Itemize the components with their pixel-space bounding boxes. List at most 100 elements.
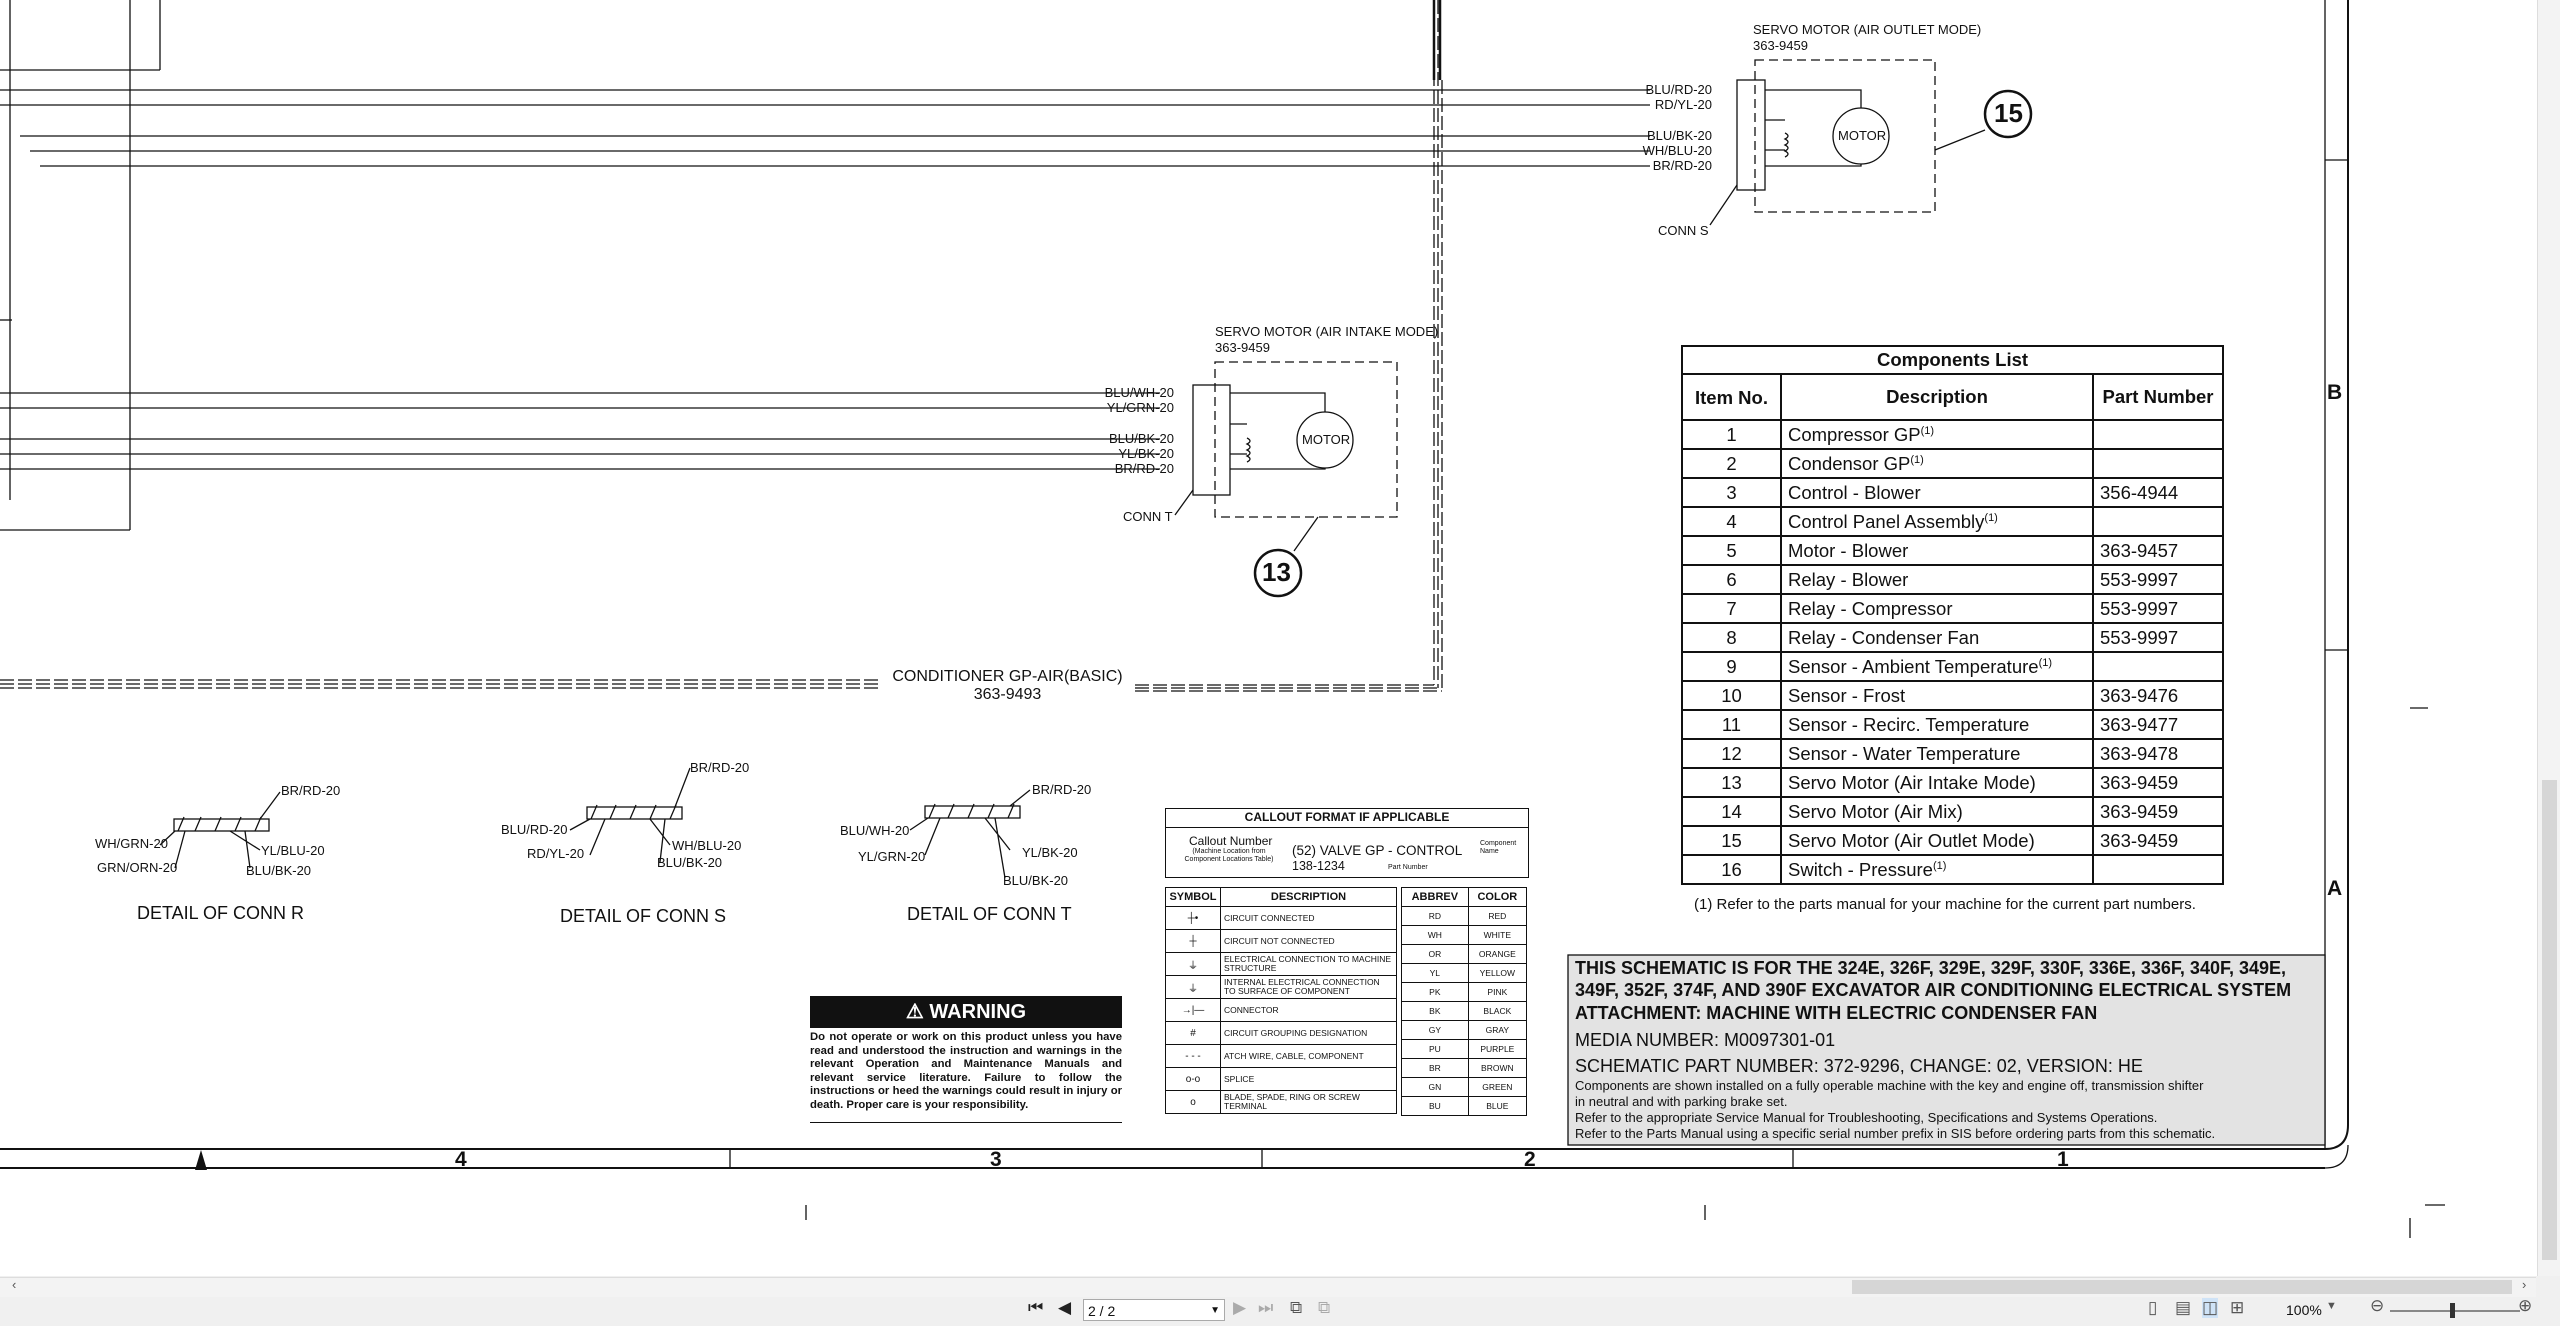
zoom-slider-thumb[interactable] [2450, 1303, 2455, 1318]
title-block-note: Refer to the Parts Manual using a specif… [1575, 1126, 2216, 1141]
item-description: Relay - Condenser Fan [1780, 622, 2094, 653]
color-abbrev: RD [1401, 906, 1469, 926]
color-abbrev: PK [1401, 982, 1469, 1002]
callout-15: 15 [1994, 98, 2023, 128]
wire-label: BR/RD-20 [1652, 158, 1712, 173]
vertical-scroll-thumb[interactable] [2542, 780, 2557, 1260]
chevron-down-icon[interactable]: ▼ [2326, 1300, 2337, 1312]
color-abbrev: YL [1401, 963, 1469, 983]
callout-example-part: 138-1234 [1292, 859, 1345, 873]
table-row: PK PINK [1401, 982, 1528, 1002]
callout-format-box: CALLOUT FORMAT IF APPLICABLE Callout Num… [1165, 808, 1529, 878]
two-page-icon[interactable]: ◫ [2202, 1298, 2219, 1318]
item-description: Switch - Pressure(1) [1780, 854, 2094, 885]
table-row: 1 Compressor GP(1) [1681, 419, 2224, 450]
next-view-icon[interactable]: ⧉ [1318, 1298, 1330, 1318]
callout-note: (Machine Location from Component Locatio… [1184, 848, 1274, 863]
table-row: o BLADE, SPADE, RING OR SCREW TERMINAL [1165, 1090, 1397, 1114]
part-number: 363-9459 [2092, 796, 2224, 827]
horizontal-scroll-thumb[interactable] [1852, 1280, 2512, 1294]
part-number [2092, 506, 2224, 537]
zoom-in-icon[interactable]: ⊕ [2518, 1296, 2532, 1316]
title-block-note: Refer to the appropriate Service Manual … [1575, 1110, 2158, 1125]
column-number: 1 [2057, 1148, 2069, 1171]
table-row: BR BROWN [1401, 1058, 1528, 1078]
part-number-label: Part Number [1388, 864, 1428, 871]
chevron-down-icon[interactable]: ▼ [1210, 1300, 1220, 1322]
item-number: 12 [1681, 738, 1782, 769]
symbol-glyph: →|— [1165, 998, 1221, 1022]
table-row: BU BLUE [1401, 1096, 1528, 1116]
scroll-right-icon[interactable]: › [2522, 1277, 2526, 1292]
symbol-glyph: - - - [1165, 1044, 1221, 1068]
footnote-ref: (1) [1910, 453, 1924, 466]
table-row: ┼ CIRCUIT NOT CONNECTED [1165, 929, 1397, 953]
table-row: ⏚ INTERNAL ELECTRICAL CONNECTION TO SURFA… [1165, 975, 1397, 999]
footnote-ref: (1) [2038, 656, 2053, 669]
motor-label: MOTOR [1302, 432, 1351, 447]
color-name: RED [1467, 906, 1528, 926]
wire-label: BLU/BK-20 [1003, 873, 1069, 888]
color-abbrev: BR [1401, 1058, 1469, 1078]
footnote-ref: (1) [1920, 424, 1935, 437]
part-number: 553-9997 [2092, 622, 2224, 653]
item-description: Motor - Blower [1780, 535, 2094, 566]
description-text: Sensor - Water Temperature [1788, 742, 2021, 764]
zoom-level[interactable]: 100% [2286, 1302, 2322, 1318]
next-page-icon[interactable]: ▶ [1233, 1298, 1246, 1318]
vertical-scrollbar[interactable] [2537, 0, 2560, 1276]
description-text: Switch - Pressure [1788, 858, 1933, 880]
item-number: 13 [1681, 767, 1782, 798]
item-description: Condensor GP(1) [1780, 448, 2094, 479]
horizontal-scrollbar[interactable]: ‹ › [0, 1277, 2536, 1297]
item-description: Servo Motor (Air Intake Mode) [1780, 767, 2094, 798]
page-number-input[interactable]: 2 / 2 ▼ [1083, 1299, 1225, 1321]
components-table: Components List Item No. Description Par… [1681, 345, 2224, 885]
wire-label: BR/RD-20 [281, 783, 341, 798]
part-number: 363-9459 [2092, 767, 2224, 798]
description-text: Relay - Condenser Fan [1788, 626, 1980, 648]
table-row: ┼• CIRCUIT CONNECTED [1165, 906, 1397, 930]
description-text: Sensor - Recirc. Temperature [1788, 713, 2030, 735]
prev-page-icon[interactable]: ◀ [1058, 1298, 1071, 1318]
zoom-slider-track[interactable] [2390, 1310, 2520, 1312]
first-page-icon[interactable]: ⏮ [1028, 1298, 1043, 1318]
table-row: 8 Relay - Condenser Fan 553-9997 [1681, 622, 2224, 653]
item-number: 4 [1681, 506, 1782, 537]
conditioner-part: 363-9493 [973, 686, 1042, 703]
table-row: PU PURPLE [1401, 1039, 1528, 1059]
part-number [2092, 651, 2224, 682]
table-row: OR ORANGE [1401, 944, 1528, 964]
symbol-glyph: ┼ [1165, 929, 1221, 953]
column-number: 4 [455, 1148, 467, 1171]
color-name: BROWN [1467, 1058, 1528, 1078]
previous-view-icon[interactable]: ⧉ [1290, 1298, 1302, 1318]
description-text: Control - Blower [1788, 481, 1921, 503]
column-header: Item No. [1681, 373, 1782, 421]
item-number: 9 [1681, 651, 1782, 682]
item-number: 8 [1681, 622, 1782, 653]
description-text: Compressor GP [1788, 423, 1921, 445]
table-row: # CIRCUIT GROUPING DESIGNATION [1165, 1021, 1397, 1045]
item-description: Servo Motor (Air Outlet Mode) [1780, 825, 2094, 856]
symbol-glyph: o-o [1165, 1067, 1221, 1091]
last-page-icon[interactable]: ⏭ [1258, 1298, 1273, 1318]
schematic-canvas: SERVO MOTOR (AIR OUTLET MODE) 363-9459 B… [0, 0, 2536, 1276]
title-block-media: MEDIA NUMBER: M0097301-01 [1575, 1030, 1836, 1050]
table-row: 3 Control - Blower 356-4944 [1681, 477, 2224, 508]
symbol-glyph: ⏚ [1165, 952, 1221, 976]
conditioner-name: CONDITIONER GP-AIR(BASIC) [880, 668, 1135, 686]
table-row: 4 Control Panel Assembly(1) [1681, 506, 2224, 537]
single-page-icon[interactable]: ▯ [2148, 1298, 2157, 1318]
callout-number-label: Callout Number [1189, 834, 1273, 848]
page-number-value: 2 / 2 [1088, 1303, 1116, 1319]
symbol-description: SPLICE [1220, 1067, 1397, 1091]
continuous-icon[interactable]: ▤ [2175, 1298, 2191, 1318]
table-row: 2 Condensor GP(1) [1681, 448, 2224, 479]
item-number: 11 [1681, 709, 1782, 740]
two-page-continuous-icon[interactable]: ⊞ [2230, 1298, 2244, 1318]
zoom-out-icon[interactable]: ⊖ [2370, 1296, 2384, 1316]
symbol-description: BLADE, SPADE, RING OR SCREW TERMINAL [1220, 1090, 1397, 1114]
scroll-left-icon[interactable]: ‹ [12, 1277, 16, 1292]
wire-label: BLU/WH-20 [840, 823, 910, 838]
